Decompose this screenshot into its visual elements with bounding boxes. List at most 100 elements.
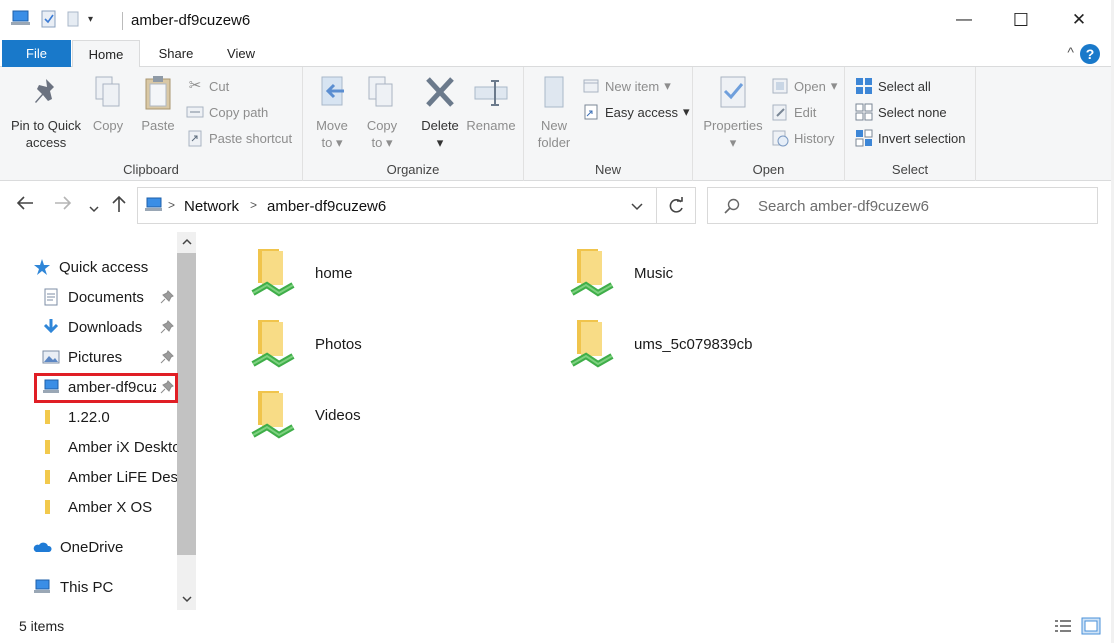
maximize-button[interactable]: ☐ [992, 0, 1050, 40]
select-none-button[interactable]: Select none [855, 101, 947, 123]
search-box[interactable]: Search amber-df9cuzew6 [707, 187, 1098, 224]
breadcrumb-computer[interactable]: amber-df9cuzew6 [267, 198, 386, 215]
nav-item-documents[interactable]: Documents [42, 282, 178, 312]
nav-item-pictures-label: Pictures [68, 348, 123, 366]
nav-item-amber-df9cuzew6-label: amber-df9cuzew6 [68, 378, 156, 396]
folder-name: Music [634, 265, 674, 282]
tab-share[interactable]: Share [140, 40, 212, 67]
nav-item-amber-life-desktop[interactable]: Amber LiFE Desktop [42, 462, 178, 492]
easy-access-button[interactable]: Easy access ▾ [582, 101, 690, 123]
pin-to-quick-access-button[interactable]: Pin to Quick access [8, 73, 84, 151]
star-icon [34, 259, 50, 275]
tab-file[interactable]: File [2, 40, 71, 67]
new-folder-icon[interactable] [66, 10, 80, 28]
folder-item-videos[interactable]: Videos [249, 385, 361, 445]
move-to-button[interactable]: Move to ▾ [311, 73, 353, 151]
title-separator [122, 12, 123, 30]
move-to-label-1: Move [316, 118, 348, 133]
pin-icon[interactable] [160, 350, 174, 364]
navigation-pane: Quick access Documents Downloads Picture… [0, 231, 197, 611]
edit-label: Edit [794, 104, 817, 120]
nav-onedrive-label: OneDrive [60, 538, 124, 556]
paste-shortcut-button[interactable]: Paste shortcut [186, 127, 292, 149]
cut-button[interactable]: ✂ Cut [186, 75, 230, 97]
select-none-icon [855, 103, 873, 121]
nav-item-pictures[interactable]: Pictures [42, 342, 178, 372]
folder-item-home[interactable]: home [249, 243, 353, 303]
nav-item-1-22-0-label: 1.22.0 [68, 408, 110, 426]
refresh-icon [669, 197, 683, 213]
folder-item-music[interactable]: Music [568, 243, 673, 303]
breadcrumb-separator-icon[interactable]: > [168, 198, 175, 212]
folder-icon [45, 410, 50, 424]
copy-to-label-1: Copy [366, 118, 398, 133]
new-item-button[interactable]: New item ▾ [582, 75, 671, 97]
folder-item-photos[interactable]: Photos [249, 314, 362, 374]
pin-icon[interactable] [160, 320, 174, 334]
pin-icon[interactable] [160, 380, 174, 394]
pin-icon[interactable] [160, 290, 174, 304]
delete-button[interactable]: Delete ▾ [417, 73, 463, 151]
paste-icon [145, 76, 171, 110]
rename-icon [474, 80, 508, 106]
edit-button[interactable]: Edit [771, 101, 816, 123]
new-folder-button[interactable]: New folder [532, 73, 576, 151]
folder-name: ums_5c079839cb [634, 336, 753, 353]
invert-selection-label: Invert selection [878, 130, 966, 146]
recent-locations-button[interactable] [88, 198, 100, 219]
breadcrumb-network[interactable]: Network [184, 198, 239, 215]
nav-scrollbar-thumb[interactable] [177, 253, 196, 555]
collapse-ribbon-icon[interactable]: ^ [1067, 44, 1074, 60]
help-icon[interactable]: ? [1080, 44, 1100, 64]
search-input[interactable]: Search amber-df9cuzew6 [758, 198, 929, 215]
network-computer-icon [145, 197, 162, 211]
properties-button[interactable]: Properties ▾ [699, 73, 767, 151]
address-bar[interactable]: > Network > amber-df9cuzew6 [137, 187, 657, 224]
open-button[interactable]: Open ▾ [771, 75, 837, 97]
shared-folder-icon [570, 249, 614, 297]
invert-selection-button[interactable]: Invert selection [855, 127, 965, 149]
delete-icon [426, 77, 454, 107]
history-label: History [794, 130, 835, 146]
pin-label-2: access [25, 135, 67, 150]
address-dropdown-icon[interactable] [630, 202, 644, 212]
organize-group: Move to ▾ Copy to ▾ Delete ▾ Rename Organ… [303, 67, 524, 181]
nav-item-downloads[interactable]: Downloads [42, 312, 178, 342]
scroll-up-icon[interactable] [177, 233, 196, 253]
network-computer-icon [11, 10, 30, 25]
copy-button[interactable]: Copy [88, 73, 128, 134]
nav-item-amber-x-os[interactable]: Amber X OS [42, 492, 178, 522]
nav-item-1-22-0[interactable]: 1.22.0 [42, 402, 178, 432]
new-item-label: New item [605, 78, 660, 94]
status-bar: 5 items [0, 611, 1112, 641]
customize-toolbar-chevron-icon[interactable]: ▾ [88, 14, 93, 25]
minimize-button[interactable]: — [935, 0, 993, 40]
nav-item-amber-ix-desktop-label: Amber iX Desktop [68, 438, 178, 456]
back-button[interactable] [16, 195, 34, 216]
details-view-icon[interactable] [1053, 617, 1073, 635]
select-all-button[interactable]: Select all [855, 75, 931, 97]
nav-item-amber-ix-desktop[interactable]: Amber iX Desktop [42, 432, 178, 462]
forward-button[interactable] [54, 195, 72, 216]
nav-item-documents-label: Documents [68, 288, 144, 306]
onedrive-icon [33, 542, 52, 552]
scroll-down-icon[interactable] [177, 590, 196, 610]
properties-icon[interactable] [40, 10, 58, 28]
copy-path-button[interactable]: Copy path [186, 101, 268, 123]
copy-icon [95, 76, 120, 107]
copy-to-button[interactable]: Copy to ▾ [361, 73, 403, 151]
breadcrumb-separator-icon[interactable]: > [250, 198, 257, 212]
tab-view[interactable]: View [212, 40, 270, 67]
tab-home[interactable]: Home [72, 40, 140, 68]
paste-button[interactable]: Paste [137, 73, 179, 134]
folder-item-ums-5c079839cb[interactable]: ums_5c079839cb [568, 314, 752, 374]
close-button[interactable]: ✕ [1050, 0, 1108, 40]
nav-item-amber-df9cuzew6[interactable]: amber-df9cuzew6 [42, 372, 178, 402]
window-title: amber-df9cuzew6 [131, 12, 251, 29]
rename-button[interactable]: Rename [465, 73, 517, 134]
refresh-button[interactable] [657, 187, 696, 224]
history-button[interactable]: History [771, 127, 834, 149]
up-button[interactable] [111, 195, 127, 218]
nav-item-downloads-label: Downloads [68, 318, 143, 336]
large-icons-view-icon[interactable] [1081, 617, 1101, 635]
